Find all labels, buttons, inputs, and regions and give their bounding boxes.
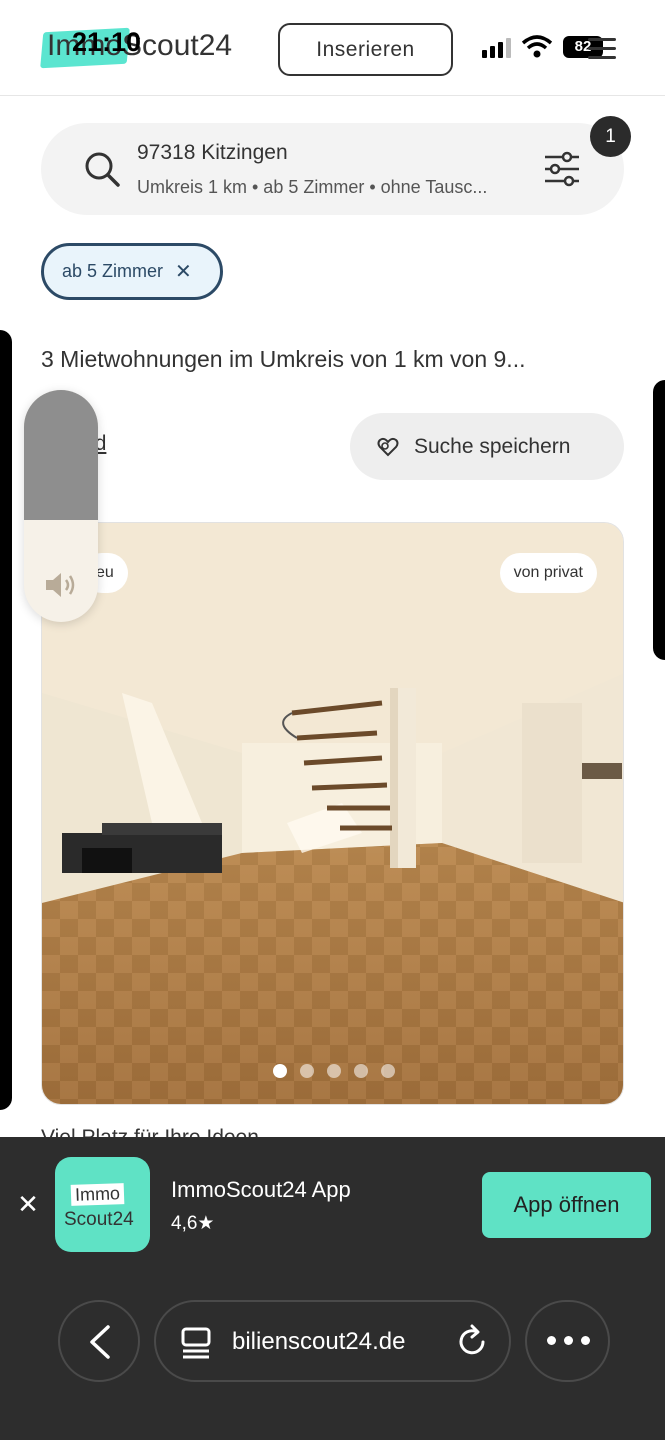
- app-icon-line1: Immo: [70, 1183, 125, 1206]
- filter-icon[interactable]: [543, 151, 581, 187]
- screen-edge-right: [653, 380, 665, 660]
- search-location: 97318 Kitzingen: [137, 141, 288, 164]
- search-criteria: Umkreis 1 km • ab 5 Zimmer • ohne Tausc.…: [137, 177, 488, 197]
- listing-photo[interactable]: [42, 523, 624, 1105]
- status-icons: 82: [482, 30, 603, 64]
- app-rating: 4,6★: [171, 1213, 215, 1234]
- search-icon: [85, 152, 120, 187]
- screen-edge-left: [0, 330, 12, 1110]
- save-search-icon: [377, 437, 399, 456]
- app-install-banner: ✕ Immo Scout24 ImmoScout24 App 4,6★ App …: [0, 1137, 665, 1277]
- insert-button[interactable]: Inserieren: [278, 23, 453, 76]
- chip-label: ab 5 Zimmer: [62, 261, 164, 281]
- app-icon-line2: Scout24: [64, 1209, 134, 1230]
- photo-pager[interactable]: [42, 1064, 623, 1078]
- tab-overview-icon[interactable]: [180, 1326, 212, 1360]
- browser-toolbar: bilienscout24.de: [0, 1277, 665, 1440]
- chevron-left-icon: [90, 1325, 110, 1359]
- site-header: ImmoScout24 21:10 Inserieren 82: [0, 0, 665, 96]
- reload-icon[interactable]: [456, 1324, 490, 1360]
- more-options-icon: [547, 1336, 590, 1345]
- status-time: 21:10: [72, 27, 142, 57]
- open-app-button[interactable]: App öffnen: [482, 1172, 651, 1238]
- pager-dot[interactable]: [353, 1064, 368, 1078]
- results-headline: 3 Mietwohnungen im Umkreis von 1 km von …: [41, 346, 526, 372]
- close-banner-icon[interactable]: ✕: [16, 1189, 40, 1220]
- pager-dot[interactable]: [380, 1064, 395, 1078]
- app-icon: Immo Scout24: [55, 1157, 150, 1252]
- save-search-label: Suche speichern: [414, 434, 571, 458]
- filter-count-badge: 1: [590, 116, 631, 157]
- cellular-signal-icon: [482, 36, 511, 58]
- menu-icon[interactable]: [588, 38, 616, 60]
- pager-dot[interactable]: [299, 1064, 314, 1078]
- filter-chip-rooms[interactable]: ab 5 Zimmer ✕: [41, 243, 223, 300]
- url-text: bilienscout24.de: [232, 1328, 406, 1355]
- more-button[interactable]: [525, 1300, 610, 1382]
- wifi-icon: [521, 35, 553, 58]
- private-badge: von privat: [499, 553, 597, 593]
- search-box[interactable]: 97318 Kitzingen Umkreis 1 km • ab 5 Zimm…: [41, 123, 624, 215]
- address-bar[interactable]: bilienscout24.de: [154, 1300, 511, 1382]
- pager-dot[interactable]: [272, 1064, 287, 1078]
- volume-overlay: [24, 390, 98, 622]
- speaker-icon: [46, 573, 75, 597]
- page: ImmoScout24 21:10 Inserieren 82 97318 Ki…: [0, 0, 665, 1440]
- volume-level-fill: [24, 390, 98, 520]
- chip-remove-icon[interactable]: ✕: [175, 259, 192, 284]
- app-name: ImmoScout24 App: [171, 1177, 351, 1202]
- back-button[interactable]: [58, 1300, 140, 1382]
- listing-card[interactable]: eu von privat: [41, 522, 624, 1105]
- save-search-button[interactable]: Suche speichern: [350, 413, 624, 480]
- pager-dot[interactable]: [326, 1064, 341, 1078]
